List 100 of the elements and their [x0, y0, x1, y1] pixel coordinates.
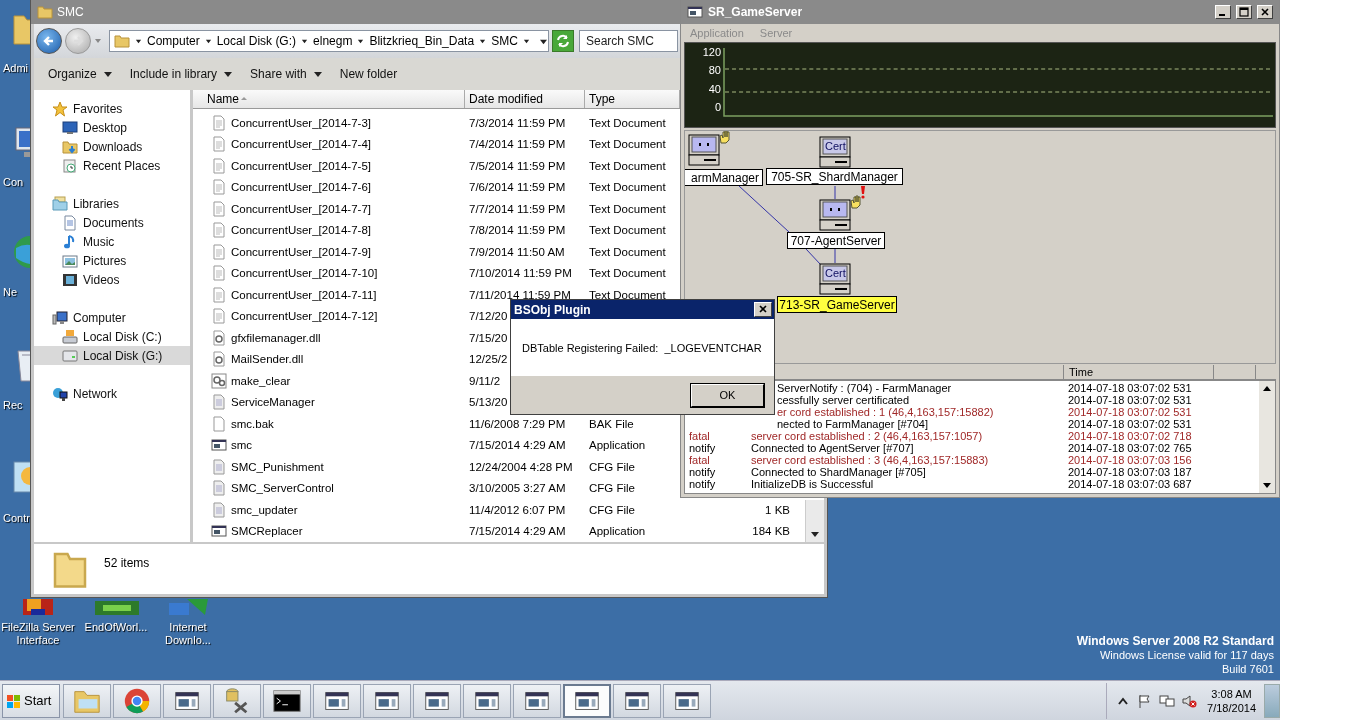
search-field[interactable]: Search SMC: [579, 30, 678, 52]
taskbar-button[interactable]: [163, 683, 211, 718]
network-icon[interactable]: [1159, 692, 1176, 709]
file-name[interactable]: ConcurrentUser_[2014-7-3]: [231, 116, 371, 129]
date-cell: 7/6/2014 11:59 PM: [469, 181, 566, 194]
navigation-item[interactable]: Local Disk (C:): [34, 327, 190, 346]
computer-icon: [52, 309, 68, 326]
clock[interactable]: 3:08 AM 7/18/2014: [1207, 686, 1256, 715]
ok-button[interactable]: OK: [691, 383, 764, 407]
navigation-item[interactable]: Documents: [34, 213, 190, 232]
toolbar-button[interactable]: New folder: [331, 63, 406, 85]
node-label[interactable]: armManager: [685, 169, 763, 186]
taskbar-button[interactable]: [263, 683, 311, 718]
desktop-icon-label[interactable]: Con: [3, 176, 24, 188]
desktop-icon-label[interactable]: FileZilla Server Interface: [0, 621, 76, 647]
caret-icon[interactable]: [135, 37, 142, 45]
desktop-icon-label[interactable]: EndOfWorl...: [84, 621, 148, 634]
breadcrumb-item[interactable]: elnegm: [313, 34, 353, 48]
file-name[interactable]: gfxfilemanager.dll: [231, 331, 321, 344]
file-name[interactable]: ConcurrentUser_[2014-7-10]: [231, 267, 378, 280]
file-name[interactable]: ConcurrentUser_[2014-7-8]: [231, 224, 371, 237]
toolbar-button[interactable]: Include in library: [121, 63, 241, 85]
minimize-button[interactable]: [1215, 5, 1231, 19]
caret-icon[interactable]: [204, 37, 212, 45]
caret-icon[interactable]: [479, 37, 487, 45]
gear-file-icon: [211, 329, 227, 346]
desktop-icon-label[interactable]: Admi: [3, 62, 29, 74]
toolbar-button[interactable]: Organize: [40, 63, 120, 85]
node-label[interactable]: 713-SR_GameServer: [777, 296, 897, 313]
file-name[interactable]: ConcurrentUser_[2014-7-7]: [231, 202, 371, 215]
toolbar-button[interactable]: Share with: [242, 63, 330, 85]
file-name[interactable]: make_clear: [231, 374, 291, 387]
file-name[interactable]: smc.bak: [231, 417, 274, 430]
scroll-down-icon[interactable]: [811, 530, 819, 538]
column-header[interactable]: Date modified: [465, 90, 585, 108]
refresh-button[interactable]: [552, 30, 574, 52]
desktop-icon-label[interactable]: Contr: [3, 512, 30, 524]
file-name[interactable]: smc_updater: [231, 503, 298, 516]
caret-icon[interactable]: [357, 37, 365, 45]
file-name[interactable]: ConcurrentUser_[2014-7-6]: [231, 181, 371, 194]
maximize-button[interactable]: [1236, 5, 1252, 19]
caret-icon[interactable]: [522, 37, 530, 45]
taskbar-button[interactable]: [563, 683, 611, 718]
close-button[interactable]: [1257, 5, 1273, 19]
taskbar-button[interactable]: [363, 683, 411, 718]
caret-icon[interactable]: [301, 37, 309, 45]
taskbar-button[interactable]: [463, 683, 511, 718]
scroll-up-icon[interactable]: [1263, 385, 1271, 393]
type-cell: Text Document: [589, 116, 666, 129]
breadcrumb-item[interactable]: Blitzkrieq_Bin_Data: [369, 34, 475, 48]
navigation-item[interactable]: Local Disk (G:): [34, 346, 190, 365]
axis-tick-label: 40: [708, 82, 721, 95]
desktop-icon-label[interactable]: Internet Downlo...: [150, 621, 226, 647]
navigation-item[interactable]: Recent Places: [34, 156, 190, 175]
file-name[interactable]: SMCReplacer: [231, 525, 303, 538]
navigation-item[interactable]: Music: [34, 232, 190, 251]
file-name[interactable]: ConcurrentUser_[2014-7-4]: [231, 138, 371, 151]
file-name[interactable]: ServiceManager: [231, 396, 315, 409]
back-button[interactable]: [36, 28, 62, 54]
file-name[interactable]: ConcurrentUser_[2014-7-5]: [231, 159, 371, 172]
navigation-item[interactable]: Desktop: [34, 118, 190, 137]
navigation-item[interactable]: Downloads: [34, 137, 190, 156]
file-name[interactable]: ConcurrentUser_[2014-7-12]: [231, 310, 378, 323]
navigation-item[interactable]: Videos: [34, 270, 190, 289]
file-name[interactable]: SMC_Punishment: [231, 460, 324, 473]
navigation-item[interactable]: Favorites: [34, 99, 190, 118]
scrollbar[interactable]: [805, 500, 824, 542]
file-name[interactable]: smc: [231, 439, 253, 452]
recent-places-icon: [62, 157, 78, 174]
file-name[interactable]: MailSender.dll: [231, 353, 304, 366]
close-button[interactable]: [754, 302, 772, 317]
node-label[interactable]: 707-AgentServer: [787, 232, 885, 249]
dropdown-caret-icon[interactable]: [539, 37, 547, 45]
node-label[interactable]: 705-SR_ShardManager: [766, 168, 903, 185]
desktop-icon-label[interactable]: Rec: [3, 399, 23, 411]
type-cell: Text Document: [589, 202, 666, 215]
column-header[interactable]: Time: [1064, 365, 1214, 379]
file-name[interactable]: ConcurrentUser_[2014-7-9]: [231, 245, 371, 258]
smiling-computer-icon[interactable]: [819, 185, 867, 231]
breadcrumb-item[interactable]: SMC: [491, 34, 518, 48]
taskbar-button[interactable]: [663, 683, 711, 718]
scrollbar[interactable]: [1259, 381, 1275, 493]
taskbar-button[interactable]: [213, 683, 261, 718]
navigation-item[interactable]: Network: [34, 384, 190, 403]
taskbar-button[interactable]: [613, 683, 661, 718]
navigation-item[interactable]: Computer: [34, 308, 190, 327]
scroll-down-icon[interactable]: [1263, 481, 1271, 489]
file-name[interactable]: SMC_ServerControl: [231, 482, 334, 495]
breadcrumb-item[interactable]: Local Disk (G:): [216, 34, 297, 48]
taskbar-button[interactable]: [413, 683, 461, 718]
start-button[interactable]: Start: [2, 683, 60, 718]
file-name[interactable]: ConcurrentUser_[2014-7-11]: [231, 288, 377, 301]
speaker-muted-icon[interactable]: [1181, 692, 1198, 709]
navigation-item[interactable]: Libraries: [34, 194, 190, 213]
taskbar-button[interactable]: [513, 683, 561, 718]
taskbar-button[interactable]: [313, 683, 361, 718]
address-bar[interactable]: Computer Local Disk (G:) elnegm Blitzkrieq_Bin_Data SMC: [109, 30, 549, 52]
breadcrumb-item[interactable]: Computer: [147, 34, 200, 48]
navigation-item[interactable]: Pictures: [34, 251, 190, 270]
desktop-icon-label[interactable]: Ne: [3, 286, 18, 298]
